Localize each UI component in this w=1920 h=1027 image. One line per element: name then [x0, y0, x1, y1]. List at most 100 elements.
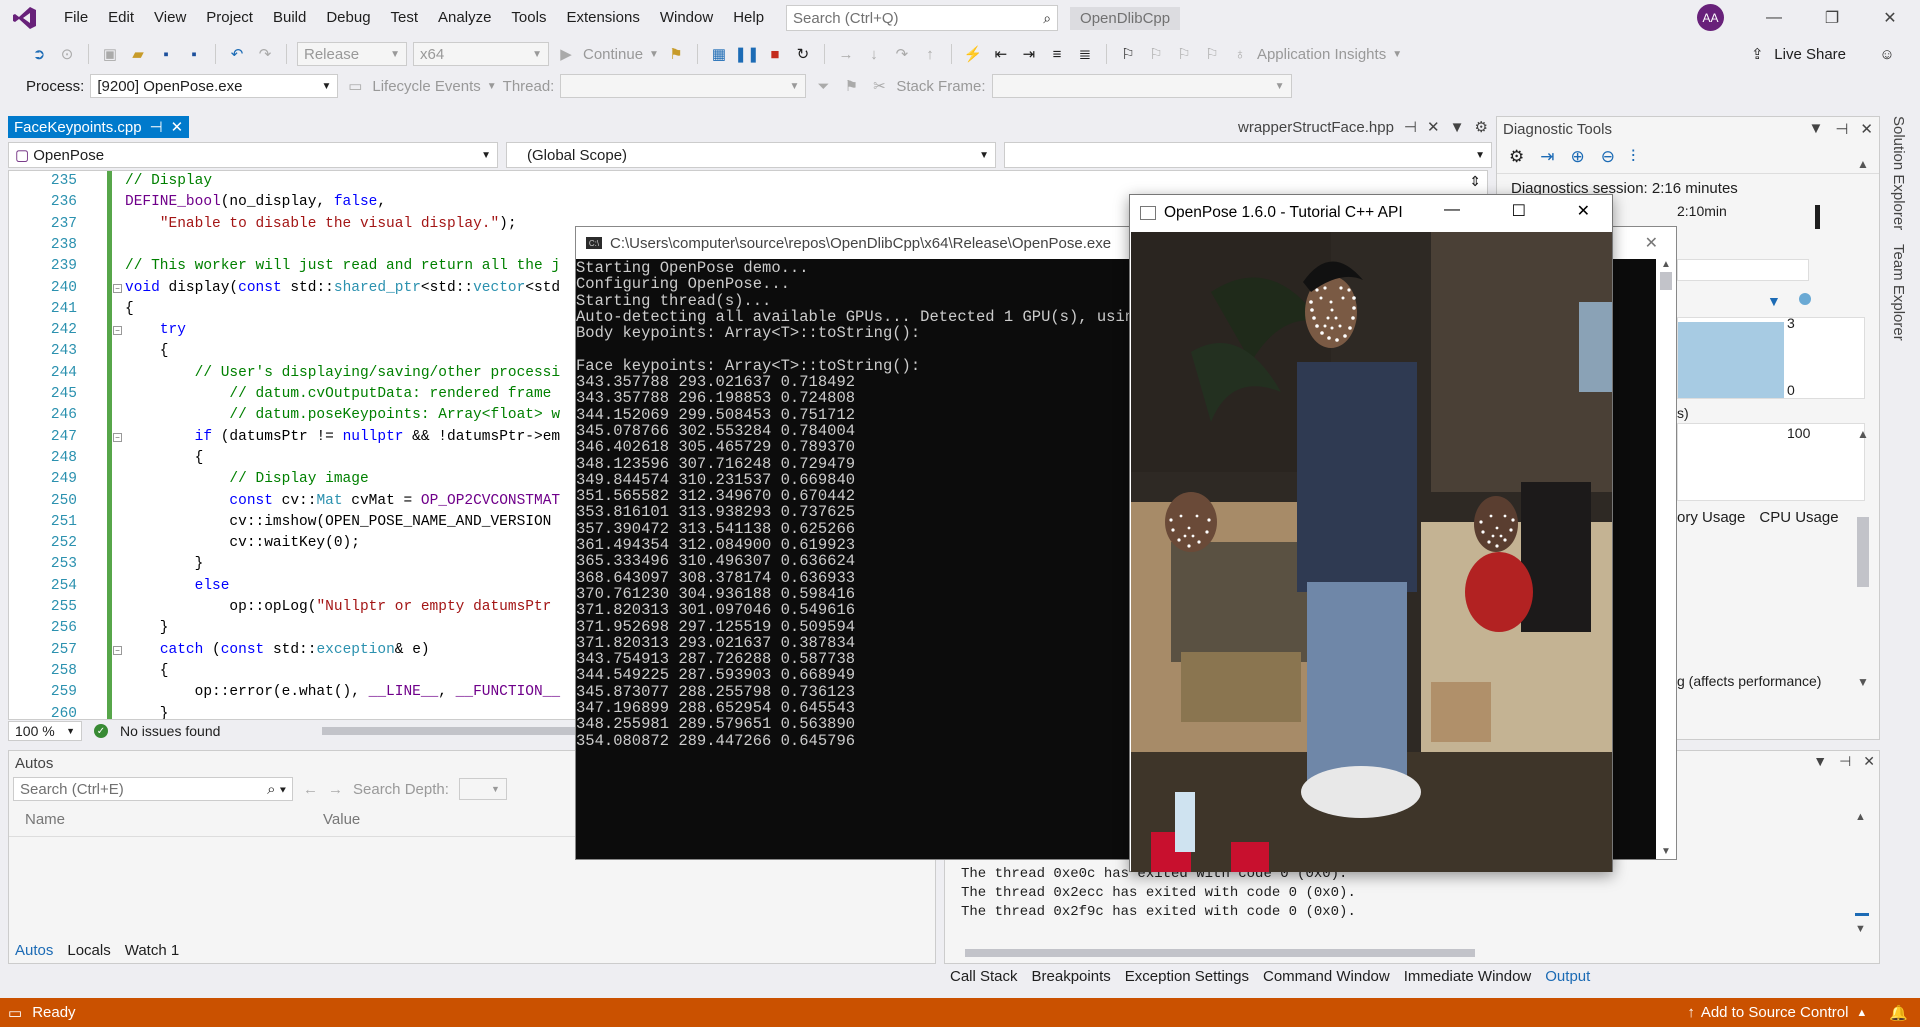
code-line[interactable]: // datum.poseKeypoints: Array<float> w — [125, 407, 560, 423]
flag-threads-icon[interactable]: ⚑ — [840, 75, 862, 97]
save-all-icon[interactable]: ▪ — [183, 43, 205, 65]
code-line[interactable]: if (datumsPtr != nullptr && !datumsPtr->… — [125, 429, 561, 445]
tab-facekeypoints[interactable]: FaceKeypoints.cpp ⊣ ✕ — [8, 116, 190, 138]
project-select[interactable]: ▢ OpenPose ▼ — [8, 142, 498, 168]
visual-studio-logo-icon[interactable] — [10, 3, 40, 33]
restore-icon[interactable]: ❐ — [1804, 0, 1860, 36]
code-line[interactable]: } — [125, 706, 169, 720]
pin-icon[interactable]: ⊣ — [1839, 753, 1851, 770]
code-line[interactable]: // Display image — [125, 471, 368, 487]
tab-solution-explorer[interactable]: Solution Explorer — [1890, 116, 1907, 230]
code-line[interactable]: // This worker will just read and return… — [125, 258, 560, 274]
code-line[interactable]: { — [125, 663, 169, 679]
tab-call-stack[interactable]: Call Stack — [950, 968, 1018, 985]
notifications-icon[interactable]: 🔔 — [1889, 1004, 1908, 1022]
tab-exception-settings[interactable]: Exception Settings — [1125, 968, 1249, 985]
close-icon[interactable]: ✕ — [1860, 120, 1873, 138]
code-line[interactable]: op::error(e.what(), __LINE__, __FUNCTION… — [125, 684, 560, 700]
code-line[interactable]: { — [125, 343, 169, 359]
code-line[interactable]: // datum.cvOutputData: rendered frame — [125, 386, 551, 402]
minimize-icon[interactable]: — — [1444, 201, 1460, 219]
minimize-icon[interactable]: — — [1746, 0, 1802, 36]
pin-icon[interactable]: ⊣ — [1404, 118, 1417, 136]
zoom-in-icon[interactable]: ⊕ — [1571, 147, 1585, 167]
tab-immediate-window[interactable]: Immediate Window — [1404, 968, 1532, 985]
panel-menu-icon[interactable]: ▼ — [1808, 120, 1823, 138]
tab-team-explorer[interactable]: Team Explorer — [1890, 244, 1907, 341]
code-line[interactable]: const cv::Mat cvMat = OP_OP2CVCONSTMAT — [125, 493, 560, 509]
step-out-icon[interactable]: ↑ — [919, 43, 941, 65]
split-icon[interactable]: ⇕ — [1469, 173, 1481, 190]
menu-help[interactable]: Help — [723, 0, 774, 36]
reset-zoom-icon[interactable]: ⫶ — [1631, 147, 1635, 167]
live-share-icon[interactable]: ⇪ — [1746, 43, 1768, 65]
tab-breakpoints[interactable]: Breakpoints — [1032, 968, 1111, 985]
tab-wrapperstructface[interactable]: wrapperStructFace.hpp ⊣ ✕ ▼ ⚙ — [1238, 116, 1488, 138]
forward-icon[interactable]: ⊙ — [56, 43, 78, 65]
column-name-header[interactable]: Name — [25, 811, 323, 828]
tab-command-window[interactable]: Command Window — [1263, 968, 1390, 985]
code-line[interactable]: } — [125, 620, 169, 636]
tab-overflow-icon[interactable]: ▼ — [1450, 119, 1465, 136]
indent-icon[interactable]: ≡ — [1046, 43, 1068, 65]
code-line[interactable]: } — [125, 556, 204, 572]
issues-status[interactable]: No issues found — [120, 723, 220, 739]
lifecycle-events-button[interactable]: Lifecycle Events — [372, 78, 480, 95]
process-select[interactable]: [9200] OpenPose.exe ▼ — [90, 74, 339, 98]
next-bookmark-icon[interactable]: ⚐ — [1173, 43, 1195, 65]
uncomment-icon[interactable]: ⇥ — [1018, 43, 1040, 65]
horizontal-scrollbar[interactable] — [322, 727, 583, 735]
vertical-scrollbar[interactable]: ▲ ▼ — [1855, 811, 1869, 941]
code-line[interactable]: "Enable to disable the visual display.")… — [125, 216, 517, 232]
openpose-titlebar[interactable]: OpenPose 1.6.0 - Tutorial C++ API — ☐ ✕ — [1130, 195, 1612, 231]
pin-icon[interactable]: ⊣ — [1835, 120, 1848, 138]
stack-frame-select[interactable]: ▼ — [991, 74, 1292, 98]
tab-autos[interactable]: Autos — [15, 942, 53, 959]
pin-icon[interactable]: ⊣ — [150, 118, 163, 136]
code-line[interactable]: cv::waitKey(0); — [125, 535, 360, 551]
autos-search-input[interactable]: Search (Ctrl+E) ⌕ ▾ — [13, 777, 293, 801]
break-all-icon[interactable]: ❚❚ — [734, 43, 759, 65]
open-folder-icon[interactable]: ▰ — [127, 43, 149, 65]
horizontal-scrollbar[interactable] — [965, 949, 1475, 957]
filter-icon[interactable]: ⏷ — [812, 75, 834, 97]
menu-view[interactable]: View — [144, 0, 196, 36]
hot-reload-icon[interactable]: ⚡ — [962, 43, 984, 65]
member-select[interactable]: ▼ — [1004, 142, 1492, 168]
stop-debugging-icon[interactable]: ■ — [764, 43, 786, 65]
code-line[interactable]: // User's displaying/saving/other proces… — [125, 365, 560, 381]
scope-select[interactable]: (Global Scope) ▼ — [506, 142, 996, 168]
lifecycle-events-icon[interactable]: ▭ — [344, 75, 366, 97]
close-icon[interactable]: ✕ — [1862, 0, 1918, 36]
feedback-icon[interactable]: ☺ — [1876, 43, 1898, 65]
panel-menu-icon[interactable]: ▼ — [1813, 753, 1827, 770]
code-line[interactable]: { — [125, 450, 204, 466]
live-share-button[interactable]: Live Share — [1774, 46, 1846, 63]
prev-bookmark-icon[interactable]: ⚐ — [1145, 43, 1167, 65]
clear-bookmarks-icon[interactable]: ⚐ — [1201, 43, 1223, 65]
configuration-select[interactable]: Release ▼ — [297, 42, 407, 66]
close-tab-icon[interactable]: ✕ — [171, 118, 184, 136]
search-forward-icon[interactable]: → — [328, 781, 343, 798]
outdent-icon[interactable]: ≣ — [1074, 43, 1096, 65]
tab-locals[interactable]: Locals — [67, 942, 110, 959]
code-line[interactable]: catch (const std::exception& e) — [125, 642, 430, 658]
avatar[interactable]: AA — [1697, 4, 1724, 31]
collapse-icon[interactable]: − — [113, 283, 122, 293]
code-line[interactable]: void display(const std::shared_ptr<std::… — [125, 280, 560, 296]
code-line[interactable]: op::opLog("Nullptr or empty datumsPtr — [125, 599, 551, 615]
code-line[interactable]: cv::imshow(OPEN_POSE_NAME_AND_VERSION — [125, 514, 551, 530]
maximize-icon[interactable]: ☐ — [1512, 201, 1526, 221]
console-scrollbar[interactable]: ▲ ▼ — [1656, 259, 1676, 859]
undo-icon[interactable]: ↶ — [226, 43, 248, 65]
code-line[interactable]: { — [125, 301, 134, 317]
application-insights-icon[interactable]: ♁ — [1229, 43, 1251, 65]
settings-icon[interactable]: ⚙ — [1474, 118, 1487, 136]
search-input[interactable]: Search (Ctrl+Q) ⌕ — [786, 5, 1059, 31]
menu-test[interactable]: Test — [381, 0, 429, 36]
menu-tools[interactable]: Tools — [501, 0, 556, 36]
openpose-window[interactable]: OpenPose 1.6.0 - Tutorial C++ API — ☐ ✕ — [1129, 194, 1613, 872]
tab-watch-1[interactable]: Watch 1 — [125, 942, 179, 959]
search-back-icon[interactable]: ← — [303, 781, 318, 798]
tab-output[interactable]: Output — [1545, 968, 1590, 985]
